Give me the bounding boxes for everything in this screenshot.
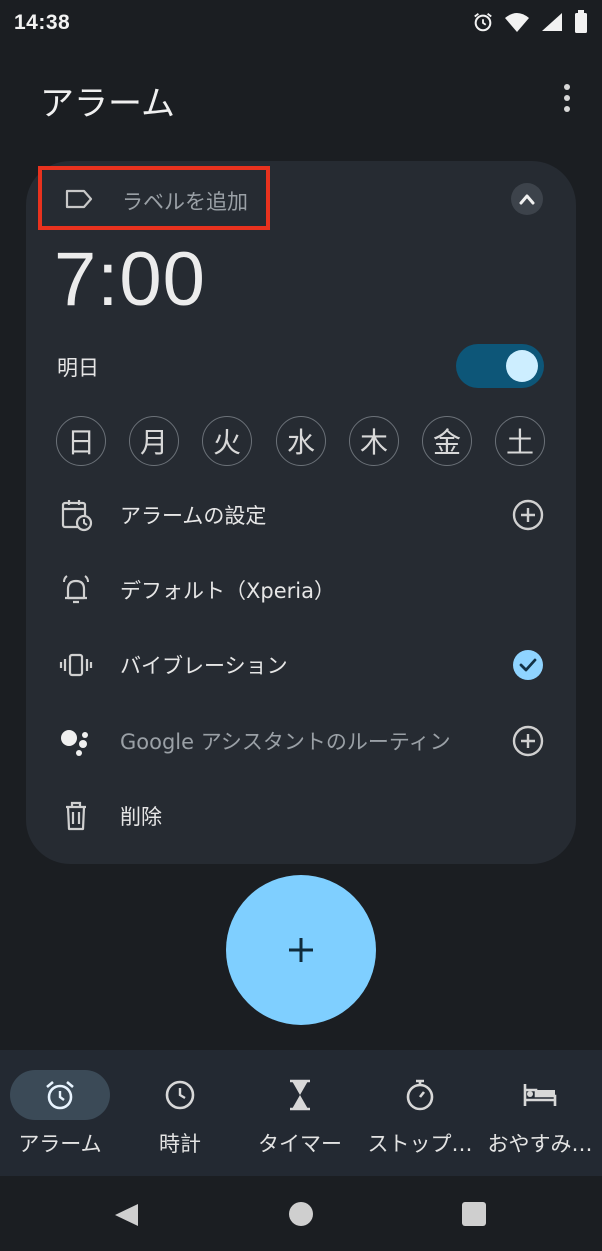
signal-icon <box>542 13 562 31</box>
trash-icon <box>56 796 96 836</box>
recents-icon[interactable] <box>462 1202 486 1226</box>
vibration-checkbox[interactable] <box>510 647 546 683</box>
clock-icon <box>120 1076 240 1114</box>
overflow-dot <box>564 106 570 112</box>
weekday-sunday[interactable]: 日 <box>56 416 106 466</box>
weekday-thursday[interactable]: 木 <box>349 416 399 466</box>
nav-timer[interactable]: タイマー <box>240 1050 360 1176</box>
alarm-clock-icon <box>0 1076 120 1114</box>
bed-icon <box>480 1076 600 1114</box>
overflow-menu-button[interactable] <box>552 80 582 116</box>
check-circle-icon <box>513 650 543 680</box>
nav-alarm[interactable]: アラーム <box>0 1050 120 1176</box>
hourglass-icon <box>240 1076 360 1114</box>
alarm-status-icon <box>474 13 492 32</box>
nav-bedtime-label: おやすみ… <box>487 1132 593 1156</box>
add-circle-icon[interactable] <box>510 723 546 759</box>
back-icon[interactable] <box>112 1202 140 1228</box>
alarm-toggle[interactable] <box>456 344 544 388</box>
google-assistant-icon <box>56 721 96 761</box>
nav-bedtime[interactable]: おやすみ… <box>480 1050 600 1176</box>
chevron-up-icon <box>519 194 535 205</box>
vibration-icon <box>56 645 96 685</box>
wifi-icon <box>505 13 529 32</box>
weekday-tuesday[interactable]: 火 <box>202 416 252 466</box>
nav-stopwatch-label: ストップ… <box>367 1132 473 1156</box>
alarm-day-label: 明日 <box>57 356 99 380</box>
nav-stopwatch[interactable]: ストップ… <box>360 1050 480 1176</box>
assistant-routine-label: Google アシスタントのルーティン <box>120 730 451 754</box>
stopwatch-icon <box>360 1076 480 1114</box>
delete-label: 削除 <box>120 805 162 829</box>
alarm-sound-label: デフォルト（Xperia） <box>120 579 335 603</box>
toggle-knob <box>506 350 538 382</box>
vibration-row[interactable]: バイブレーション <box>56 640 546 690</box>
weekday-saturday[interactable]: 土 <box>495 416 545 466</box>
system-navigation-bar <box>0 1176 602 1251</box>
status-icons <box>472 10 588 34</box>
vibration-label: バイブレーション <box>120 654 288 678</box>
overflow-dot <box>564 95 570 101</box>
overflow-dot <box>564 84 570 90</box>
home-icon[interactable] <box>289 1202 313 1226</box>
delete-row[interactable]: 削除 <box>56 791 546 841</box>
nav-clock-label: 時計 <box>159 1132 201 1156</box>
bottom-navigation: アラーム 時計 タイマー ストップ… おやすみ… <box>0 1050 602 1176</box>
add-label-text: ラベルを追加 <box>122 190 248 214</box>
nav-alarm-label: アラーム <box>18 1132 102 1156</box>
alarm-time[interactable]: 7:00 <box>54 236 206 323</box>
weekday-wednesday[interactable]: 水 <box>276 416 326 466</box>
nav-clock[interactable]: 時計 <box>120 1050 240 1176</box>
nav-timer-label: タイマー <box>258 1132 342 1156</box>
alarm-settings-label: アラームの設定 <box>120 504 267 528</box>
status-time: 14:38 <box>14 11 71 34</box>
calendar-clock-icon <box>56 495 96 535</box>
alarm-settings-row[interactable]: アラームの設定 <box>56 490 546 540</box>
ringing-bell-icon <box>56 570 96 610</box>
weekday-friday[interactable]: 金 <box>422 416 472 466</box>
add-circle-icon[interactable] <box>510 497 546 533</box>
weekday-monday[interactable]: 月 <box>129 416 179 466</box>
status-bar: 14:38 <box>0 0 602 50</box>
assistant-routine-row[interactable]: Google アシスタントのルーティン <box>56 716 546 766</box>
page-title: アラーム <box>40 84 175 124</box>
collapse-button[interactable] <box>511 183 543 215</box>
label-icon <box>64 188 94 214</box>
battery-icon <box>575 10 587 33</box>
add-alarm-button[interactable] <box>226 875 376 1025</box>
add-label-button[interactable]: ラベルを追加 <box>38 166 270 230</box>
plus-icon <box>289 938 313 962</box>
alarm-sound-row[interactable]: デフォルト（Xperia） <box>56 565 546 615</box>
